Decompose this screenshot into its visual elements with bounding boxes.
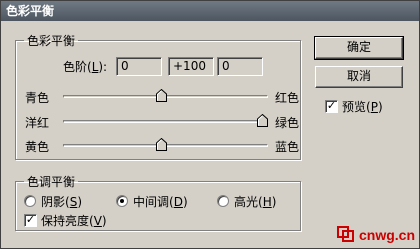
preview-checkbox[interactable]: ✓ [325, 100, 338, 113]
slider-magenta-label: 洋红 [25, 116, 50, 130]
level-magenta-green-input[interactable]: +100 [168, 57, 214, 76]
tone-balance-legend: 色调平衡 [27, 175, 76, 189]
ok-button[interactable]: 确定 [314, 36, 404, 60]
watermark-logo-icon [337, 226, 354, 242]
checkmark-icon: ✓ [25, 213, 36, 226]
color-balance-dialog: 色彩平衡 色彩平衡 色阶(L): 0 +100 0 青色 红色 洋红 绿色 黄色… [0, 0, 420, 249]
slider-blue-label: 蓝色 [275, 140, 300, 154]
slider-magenta-green-track[interactable] [63, 120, 268, 123]
dialog-title: 色彩平衡 [1, 1, 419, 21]
slider-cyan-red-thumb[interactable] [156, 89, 167, 102]
highlights-radio[interactable] [217, 195, 229, 207]
level-cyan-red-input[interactable]: 0 [116, 57, 162, 76]
preserve-luminosity-label[interactable]: 保持亮度(V) [41, 212, 107, 229]
levels-label: 色阶(L): [63, 60, 108, 74]
preserve-luminosity-checkbox[interactable]: ✓ [24, 214, 37, 227]
checkmark-icon: ✓ [326, 99, 337, 112]
shadows-label[interactable]: 阴影(S) [41, 193, 82, 210]
preview-label[interactable]: 预览(P) [342, 98, 383, 115]
shadows-radio[interactable] [24, 195, 36, 207]
midtones-radio[interactable] [116, 195, 128, 207]
level-yellow-blue-input[interactable]: 0 [217, 57, 263, 76]
slider-yellow-blue-thumb[interactable] [156, 138, 167, 151]
highlights-label[interactable]: 高光(H) [234, 193, 276, 210]
midtones-label[interactable]: 中间调(D) [133, 193, 188, 210]
slider-yellow-label: 黄色 [25, 140, 50, 154]
slider-red-label: 红色 [275, 91, 300, 105]
slider-green-label: 绿色 [275, 116, 300, 130]
slider-magenta-green-thumb[interactable] [257, 114, 268, 127]
watermark-text: cnwg.cn [359, 227, 416, 243]
cancel-button[interactable]: 取消 [315, 66, 403, 88]
color-balance-legend: 色彩平衡 [27, 34, 76, 48]
slider-cyan-label: 青色 [25, 91, 50, 105]
radio-selected-dot [120, 199, 124, 203]
